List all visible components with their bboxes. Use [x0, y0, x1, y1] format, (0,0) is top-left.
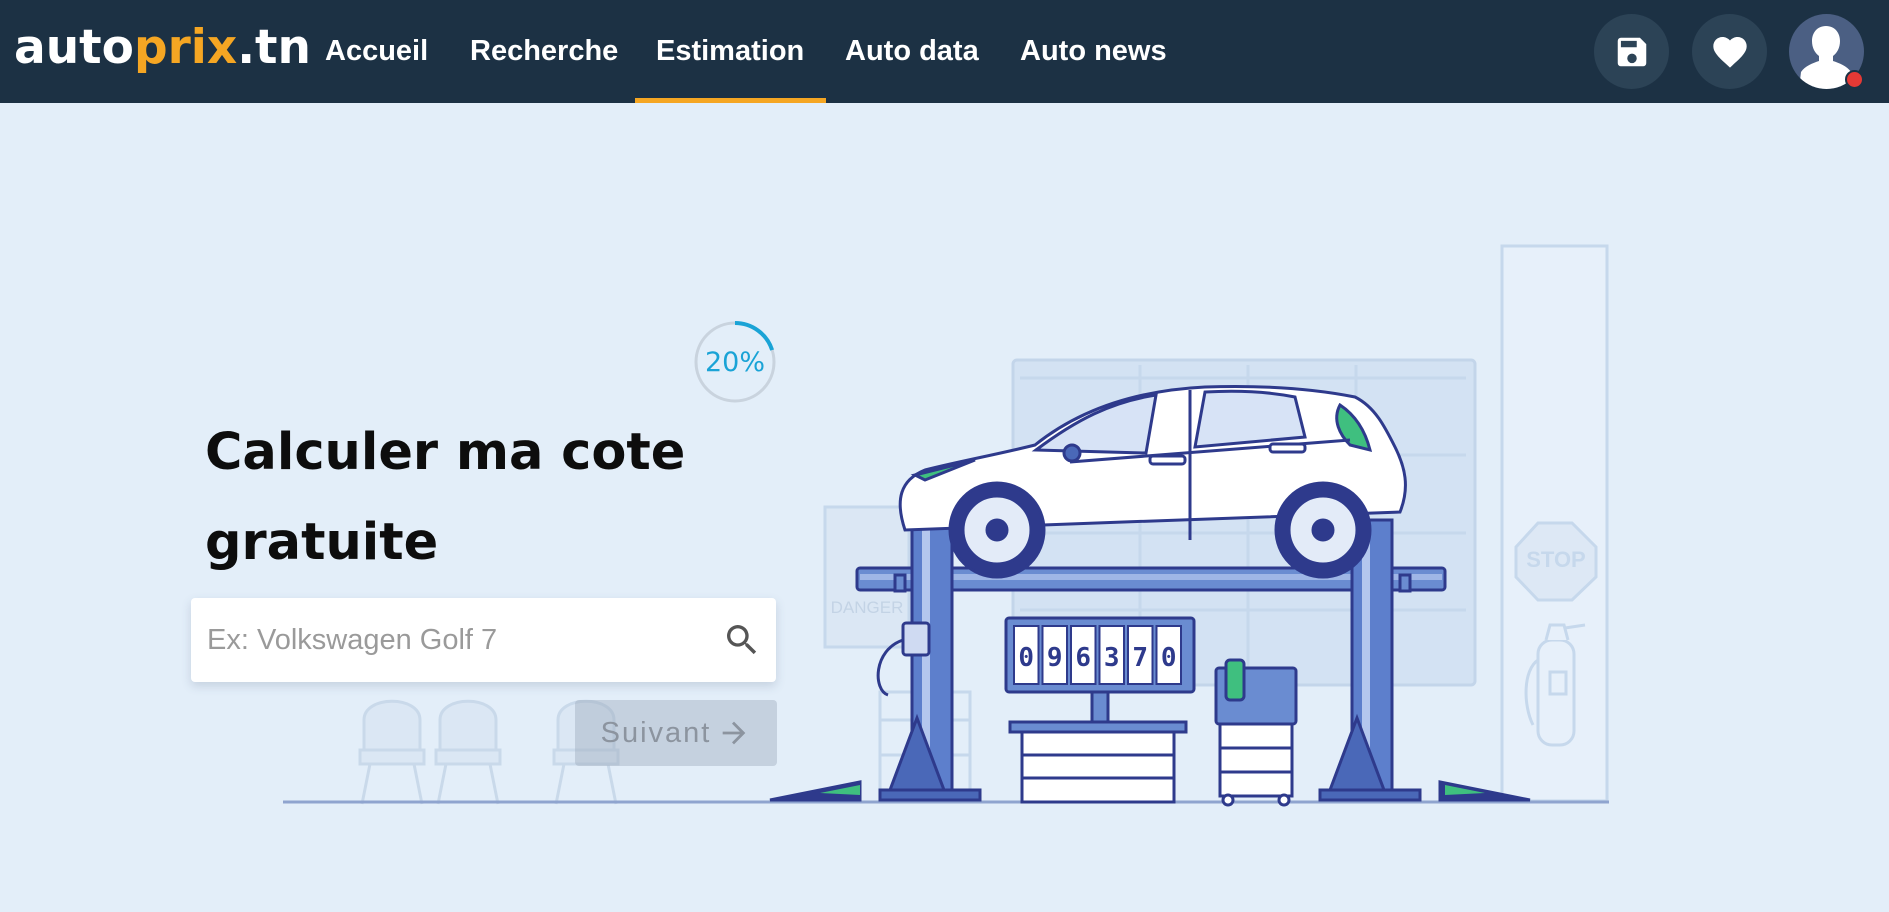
garage-door: [1011, 358, 1477, 687]
control-unit: [1214, 658, 1298, 807]
nav-accueil[interactable]: Accueil: [325, 0, 428, 103]
wall-shelf: [878, 690, 972, 794]
odometer-digit-box: [1127, 625, 1154, 685]
progress-label: 20%: [704, 346, 765, 378]
wall-column: [1500, 244, 1609, 803]
odometer-digit-box: [1070, 625, 1097, 685]
notification-dot: [1845, 70, 1864, 89]
odometer-digit-box: [1041, 625, 1068, 685]
search-icon[interactable]: [722, 620, 762, 660]
odometer-digit: 9: [1047, 643, 1063, 673]
odometer-digit: 6: [1075, 643, 1091, 673]
odometer-digit: 0: [1018, 643, 1034, 673]
nav-estimation[interactable]: Estimation: [634, 0, 827, 103]
heart-icon: [1712, 36, 1747, 68]
car: [898, 384, 1407, 579]
car-search-input[interactable]: [191, 598, 707, 682]
arrow-right-icon: [723, 721, 746, 745]
odometer-digit-box: [1098, 625, 1125, 685]
danger-sign: [823, 505, 911, 649]
fire-extinguisher: [1524, 623, 1586, 747]
saved-button[interactable]: [1594, 14, 1669, 89]
odometer-digit: 3: [1104, 643, 1120, 673]
car-lift: [769, 518, 1531, 802]
stop-sign-text: STOP: [1526, 547, 1586, 572]
nav-auto-news[interactable]: Auto news: [1020, 0, 1167, 103]
page-title: Calculer ma cote gratuite: [205, 423, 686, 572]
danger-sign-text: DANGER: [831, 598, 904, 617]
odometer-digit-box: [1013, 625, 1040, 685]
car-search-box: [191, 598, 776, 682]
nav-auto-data[interactable]: Auto data: [845, 0, 979, 103]
stop-sign: [1514, 521, 1598, 602]
odometer-digits: 096370: [1013, 625, 1182, 685]
site-logo[interactable]: autoprix.tn: [14, 18, 311, 78]
odometer-digit: 0: [1161, 643, 1177, 673]
next-button-label: Suivant: [600, 716, 712, 749]
nav-recherche[interactable]: Recherche: [470, 0, 618, 103]
odometer-digit: 7: [1132, 643, 1148, 673]
odometer-console: [1004, 616, 1196, 804]
wheel-chocks: [820, 785, 1485, 795]
next-button[interactable]: Suivant: [575, 700, 777, 766]
odometer-digit-box: [1155, 625, 1182, 685]
favorites-button[interactable]: [1692, 14, 1767, 89]
save-icon: [1617, 37, 1646, 66]
